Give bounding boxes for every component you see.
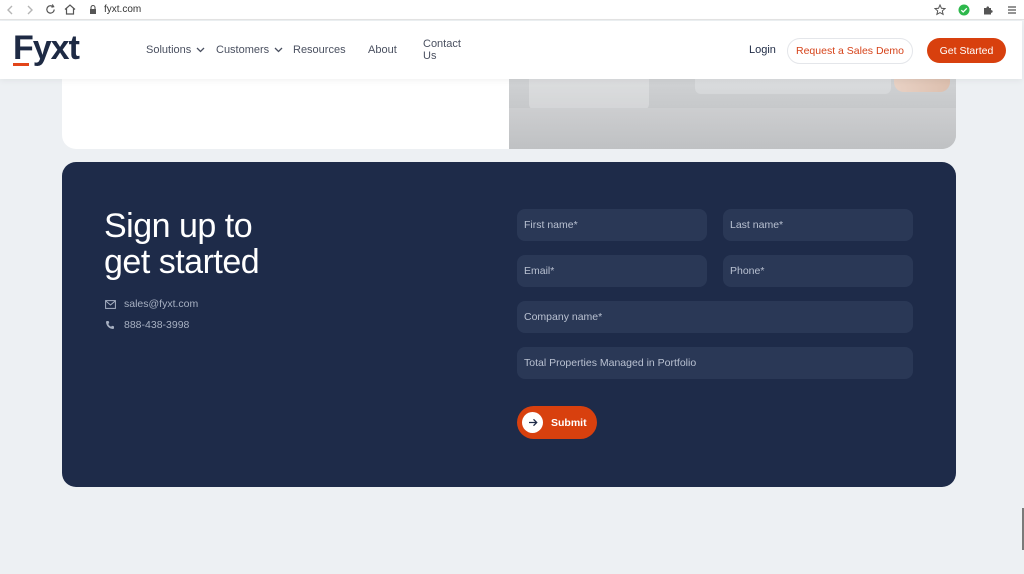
request-demo-button[interactable]: Request a Sales Demo: [787, 38, 913, 64]
envelope-icon: [104, 298, 116, 310]
contact-email[interactable]: sales@fyxt.com: [104, 298, 198, 310]
nav-contact-us[interactable]: Contact Us: [423, 38, 461, 62]
contact-email-text: sales@fyxt.com: [124, 298, 199, 310]
browser-menu-icon[interactable]: [1004, 2, 1020, 18]
logo-accent-bar: [13, 63, 29, 66]
signup-section: Sign up to get started sales@fyxt.com 88…: [62, 162, 956, 487]
nav-solutions[interactable]: Solutions: [146, 44, 205, 56]
bookmark-star-icon[interactable]: [932, 2, 948, 18]
chevron-down-icon: [196, 45, 205, 56]
first-name-field[interactable]: [517, 209, 707, 241]
contact-phone[interactable]: 888-438-3998: [104, 319, 189, 331]
nav-solutions-label: Solutions: [146, 44, 192, 56]
submit-label: Submit: [551, 416, 587, 429]
extensions-puzzle-icon[interactable]: [980, 2, 996, 18]
extension-check-icon[interactable]: [956, 2, 972, 18]
signup-heading-line2: get started: [104, 243, 260, 281]
total-properties-field[interactable]: [517, 347, 913, 379]
submit-button[interactable]: Submit: [517, 406, 597, 439]
site-header: Fyxt Solutions Customers Resources About…: [0, 21, 1022, 79]
nav-resources[interactable]: Resources: [293, 44, 346, 56]
get-started-button[interactable]: Get Started: [927, 38, 1006, 63]
chevron-down-icon: [274, 45, 283, 56]
reload-icon[interactable]: [40, 0, 60, 20]
signup-heading: Sign up to get started: [104, 208, 364, 280]
back-icon[interactable]: [0, 0, 20, 20]
contact-phone-text: 888-438-3998: [124, 319, 190, 331]
email-field[interactable]: [517, 255, 707, 287]
arrow-right-icon: [522, 412, 543, 433]
browser-toolbar: fyxt.com: [0, 0, 1024, 20]
login-link[interactable]: Login: [749, 44, 776, 56]
nav-about[interactable]: About: [368, 44, 397, 56]
forward-icon[interactable]: [20, 0, 40, 20]
nav-customers[interactable]: Customers: [216, 44, 283, 56]
company-name-field[interactable]: [517, 301, 913, 333]
address-bar[interactable]: fyxt.com: [88, 4, 141, 16]
lock-icon: [88, 4, 98, 16]
home-icon[interactable]: [60, 0, 80, 20]
signup-heading-line1: Sign up to: [104, 207, 253, 245]
phone-field[interactable]: [723, 255, 913, 287]
nav-customers-label: Customers: [216, 44, 270, 56]
url-text: fyxt.com: [104, 4, 142, 15]
last-name-field[interactable]: [723, 209, 913, 241]
phone-icon: [104, 319, 116, 331]
